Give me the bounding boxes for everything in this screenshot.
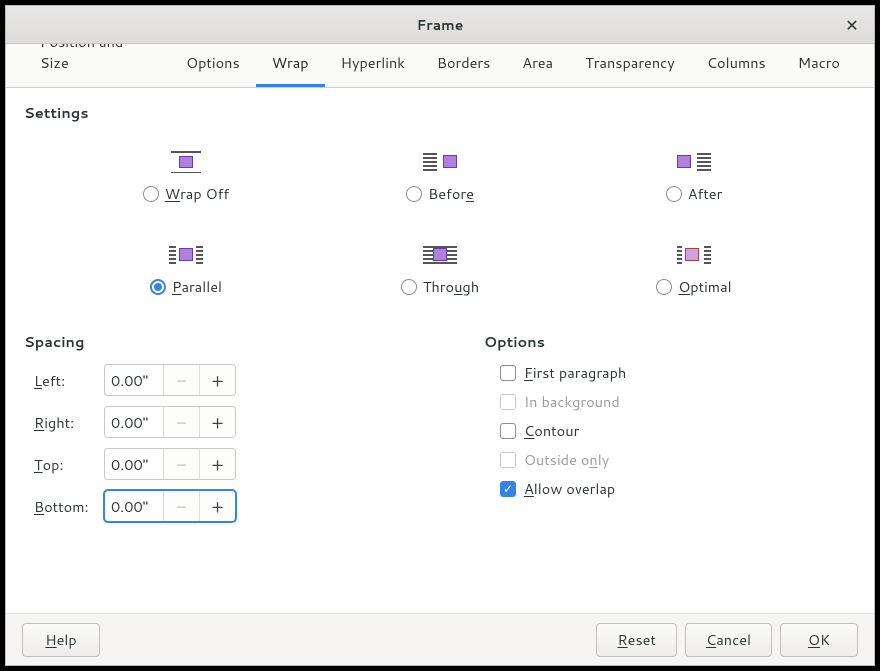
spacing-left-dec-button[interactable]: − — [163, 365, 199, 395]
wrap-before-icon — [423, 151, 457, 173]
wrap-parallel-label: Parallel — [172, 276, 222, 297]
lower-row: Spacing Left: − + Right: — [24, 331, 856, 522]
minus-icon: − — [176, 409, 187, 435]
wrap-parallel-option[interactable]: Parallel — [64, 244, 308, 297]
spacing-column: Spacing Left: − + Right: — [24, 331, 444, 522]
wrap-after-label: After — [688, 183, 723, 204]
tab-borders[interactable]: Borders — [421, 42, 506, 87]
tab-columns[interactable]: Columns — [691, 42, 782, 87]
window-title: Frame — [417, 15, 464, 35]
wrap-off-label: Wrap Off — [165, 183, 229, 204]
option-contour[interactable]: Contour — [500, 420, 856, 441]
wrap-off-radio[interactable] — [143, 186, 159, 202]
tab-hyperlink[interactable]: Hyperlink — [325, 42, 421, 87]
option-allow-overlap[interactable]: ✓ Allow overlap — [500, 478, 856, 499]
wrap-before-radio[interactable] — [406, 186, 422, 202]
option-outside-only: Outside only — [500, 449, 856, 470]
wrap-off-option[interactable]: Wrap Off — [64, 151, 308, 204]
titlebar: Frame ✕ — [6, 6, 874, 44]
wrap-through-icon — [423, 244, 457, 266]
spacing-bottom-label: Bottom: — [34, 496, 96, 517]
wrap-parallel-icon — [169, 244, 203, 266]
spacing-left-row: Left: − + — [34, 364, 444, 396]
spacing-right-input[interactable] — [105, 407, 163, 437]
spacing-top-dec-button[interactable]: − — [163, 449, 199, 479]
tab-wrap[interactable]: Wrap — [256, 42, 325, 87]
contour-checkbox[interactable] — [500, 423, 516, 439]
wrap-through-radio[interactable] — [401, 279, 417, 295]
wrap-mode-grid: Wrap Off Before After — [24, 127, 856, 307]
in-background-checkbox — [500, 394, 516, 410]
wrap-before-label: Before — [428, 183, 474, 204]
spacing-right-inc-button[interactable]: + — [199, 407, 235, 437]
wrap-optimal-icon — [677, 244, 711, 266]
contour-label: Contour — [524, 420, 579, 441]
plus-icon: + — [211, 409, 223, 435]
in-background-label: In background — [524, 391, 620, 412]
wrap-after-radio[interactable] — [666, 186, 682, 202]
wrap-optimal-radio[interactable] — [656, 279, 672, 295]
reset-button[interactable]: Reset — [596, 623, 676, 657]
wrap-parallel-radio[interactable] — [150, 279, 166, 295]
close-icon: ✕ — [845, 14, 858, 37]
allow-overlap-label: Allow overlap — [524, 478, 615, 499]
wrap-optimal-option[interactable]: Optimal — [572, 244, 816, 297]
minus-icon: − — [176, 493, 187, 519]
spacing-left-inc-button[interactable]: + — [199, 365, 235, 395]
spacing-right-spin: − + — [104, 406, 236, 438]
spacing-section-header: Spacing — [24, 331, 444, 352]
tab-options[interactable]: Options — [170, 42, 256, 87]
tabs-bar: Position and Size Options Wrap Hyperlink… — [6, 44, 874, 88]
spacing-right-row: Right: − + — [34, 406, 444, 438]
spacing-top-label: Top: — [34, 454, 96, 475]
first-paragraph-label: First paragraph — [524, 362, 626, 383]
spacing-bottom-dec-button[interactable]: − — [163, 491, 199, 521]
allow-overlap-checkbox[interactable]: ✓ — [500, 481, 516, 497]
options-section-header: Options — [484, 331, 856, 352]
wrap-after-option[interactable]: After — [572, 151, 816, 204]
options-column: Options First paragraph In background Co… — [484, 331, 856, 522]
close-button[interactable]: ✕ — [840, 13, 864, 37]
dialog-footer: Help Reset Cancel OK — [6, 613, 874, 665]
tab-macro[interactable]: Macro — [782, 42, 856, 87]
plus-icon: + — [211, 493, 223, 519]
spacing-top-row: Top: − + — [34, 448, 444, 480]
wrap-through-option[interactable]: Through — [318, 244, 562, 297]
option-in-background: In background — [500, 391, 856, 412]
spacing-top-input[interactable] — [105, 449, 163, 479]
tab-area[interactable]: Area — [506, 42, 569, 87]
wrap-off-icon — [169, 151, 203, 173]
tab-transparency[interactable]: Transparency — [569, 42, 691, 87]
spacing-left-spin: − + — [104, 364, 236, 396]
wrap-optimal-label: Optimal — [678, 276, 731, 297]
outside-only-checkbox — [500, 452, 516, 468]
tab-content-wrap: Settings Wrap Off Before — [6, 88, 874, 613]
wrap-before-option[interactable]: Before — [318, 151, 562, 204]
cancel-button[interactable]: Cancel — [685, 623, 772, 657]
spacing-top-spin: − + — [104, 448, 236, 480]
spacing-right-dec-button[interactable]: − — [163, 407, 199, 437]
spacing-bottom-inc-button[interactable]: + — [199, 491, 235, 521]
wrap-through-label: Through — [423, 276, 479, 297]
spacing-left-input[interactable] — [105, 365, 163, 395]
spacing-bottom-row: Bottom: − + — [34, 490, 444, 522]
plus-icon: + — [211, 367, 223, 393]
frame-dialog-window: Frame ✕ Position and Size Options Wrap H… — [5, 5, 875, 666]
first-paragraph-checkbox[interactable] — [500, 365, 516, 381]
ok-button[interactable]: OK — [780, 623, 858, 657]
spacing-bottom-input[interactable] — [105, 491, 163, 521]
minus-icon: − — [176, 451, 187, 477]
settings-section-header: Settings — [24, 102, 856, 123]
spacing-left-label: Left: — [34, 370, 96, 391]
wrap-after-icon — [677, 151, 711, 173]
option-first-paragraph[interactable]: First paragraph — [500, 362, 856, 383]
plus-icon: + — [211, 451, 223, 477]
outside-only-label: Outside only — [524, 449, 609, 470]
spacing-right-label: Right: — [34, 412, 96, 433]
spacing-bottom-spin: − + — [104, 490, 236, 522]
minus-icon: − — [176, 367, 187, 393]
spacing-top-inc-button[interactable]: + — [199, 449, 235, 479]
help-button[interactable]: Help — [22, 623, 100, 657]
